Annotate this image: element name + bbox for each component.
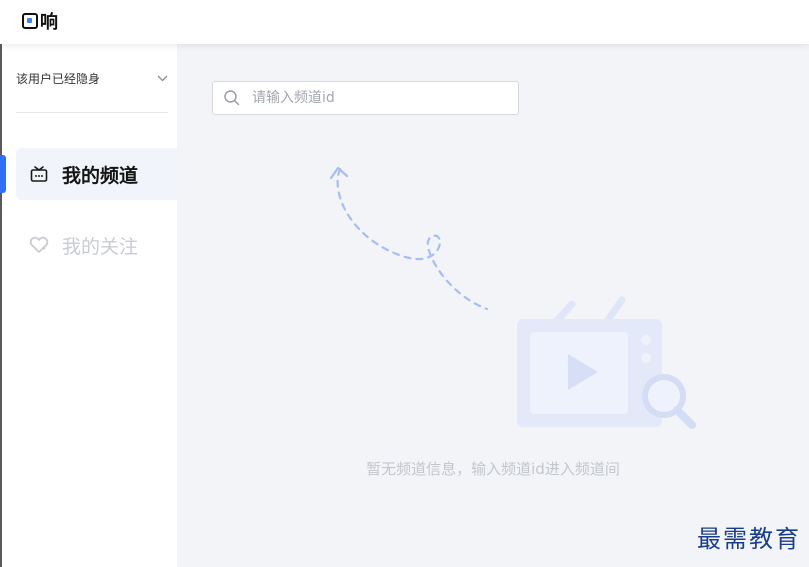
logo-icon xyxy=(22,13,38,29)
user-status-dropdown[interactable]: 该用户已经隐身 xyxy=(16,70,168,87)
user-status-label: 该用户已经隐身 xyxy=(16,72,101,86)
channel-id-input[interactable] xyxy=(250,89,504,107)
empty-state-message: 暂无频道信息，输入频道id进入频道间 xyxy=(366,460,620,478)
app-name: 响 xyxy=(40,12,58,33)
app-window: 响 该用户已经隐身 我的频道 我的关注 请输入频道id 暂无频道信息，输入频道i… xyxy=(0,0,809,567)
tv-icon xyxy=(28,163,50,185)
sidebar-item-label: 我的关注 xyxy=(62,235,139,258)
sidebar-divider xyxy=(16,112,168,113)
channel-search-box[interactable] xyxy=(212,81,519,115)
search-icon xyxy=(222,88,242,108)
sidebar-item-label: 我的频道 xyxy=(62,164,139,187)
sidebar: 该用户已经隐身 我的频道 我的关注 xyxy=(2,44,177,567)
active-indicator xyxy=(0,155,6,193)
sidebar-item-my-follows[interactable]: 我的关注 xyxy=(16,219,177,271)
watermark: 最需教育 xyxy=(697,525,801,553)
heart-icon xyxy=(28,234,50,256)
empty-state-illustration xyxy=(322,164,702,444)
main-content: 暂无频道信息，输入频道id进入频道间 xyxy=(177,44,809,567)
chevron-down-icon xyxy=(157,72,168,85)
top-bar: 响 xyxy=(0,0,809,44)
app-logo: 响 xyxy=(22,8,58,34)
sidebar-item-my-channels[interactable]: 我的频道 xyxy=(16,148,177,200)
